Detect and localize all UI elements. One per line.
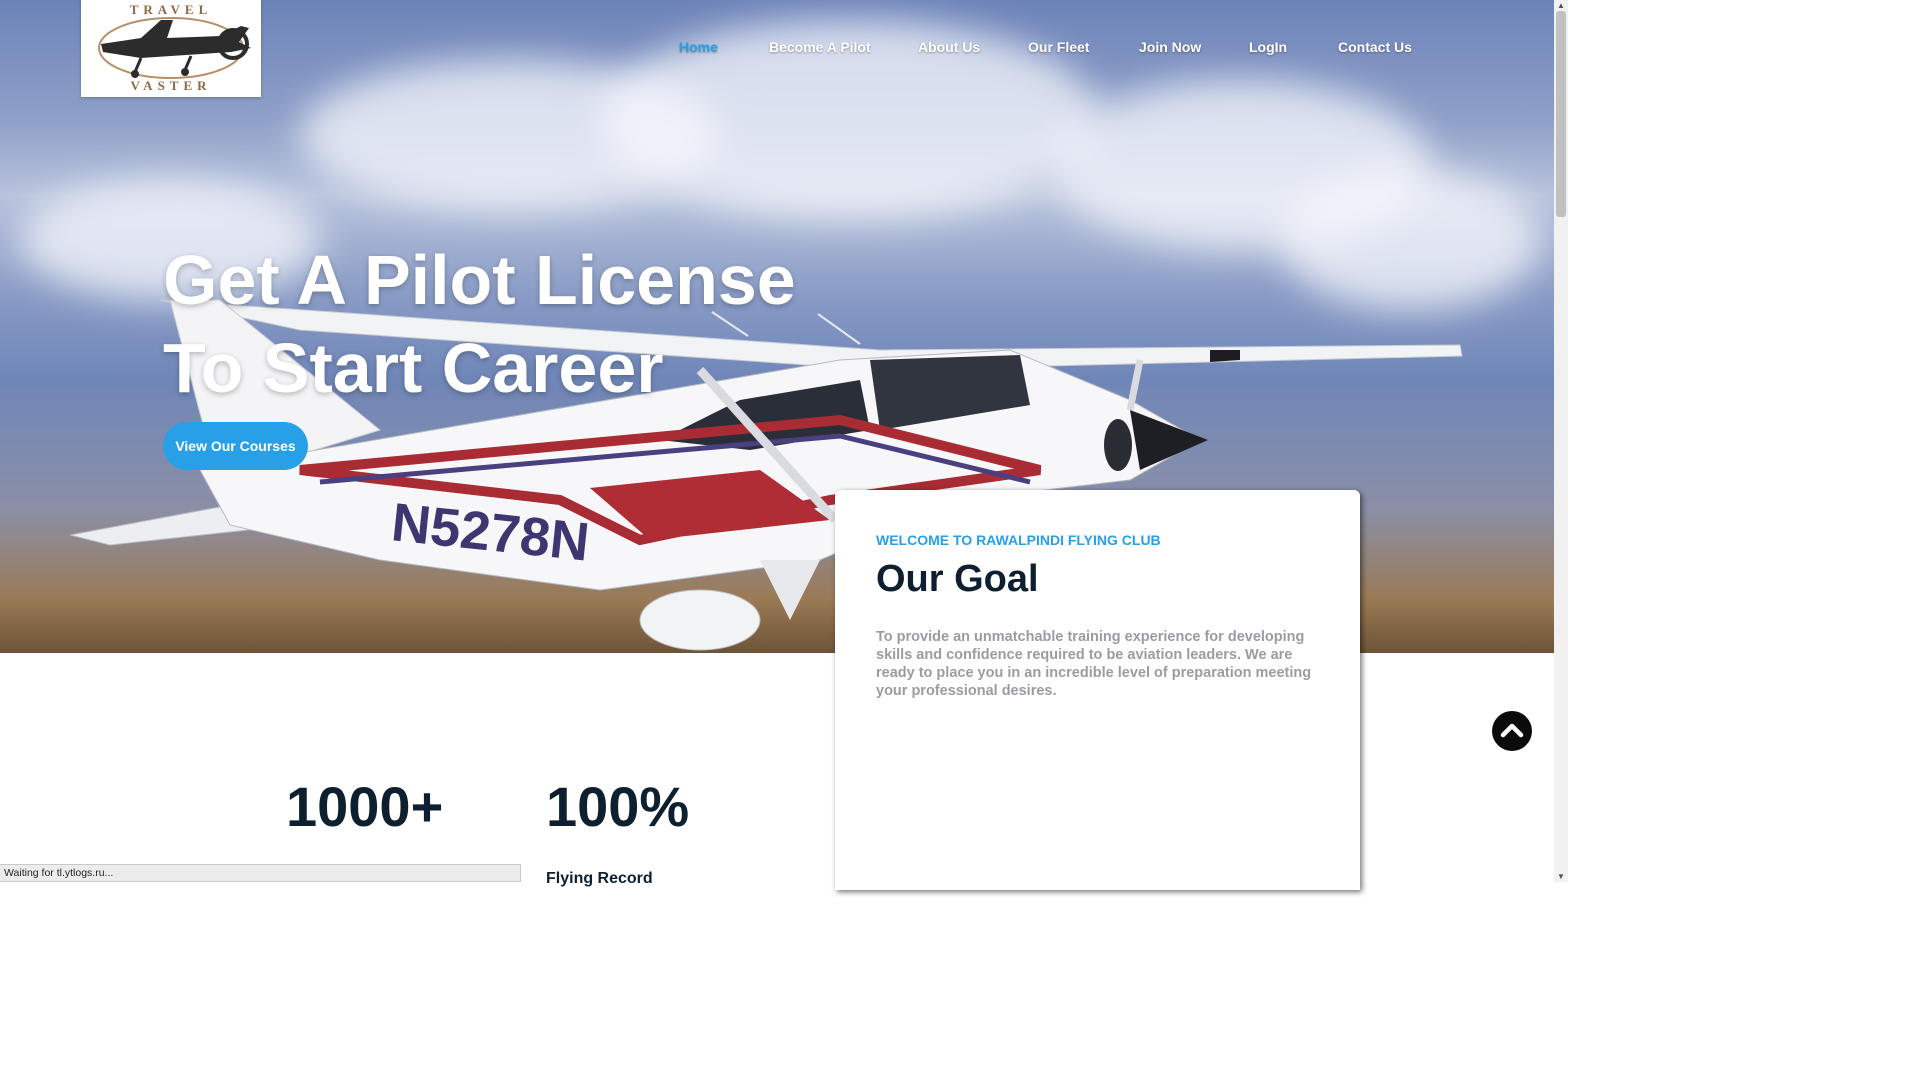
goal-title: Our Goal (876, 558, 1039, 600)
stat-students-value: 1000+ (286, 775, 444, 838)
nav-become-a-pilot[interactable]: Become A Pilot (769, 39, 871, 55)
goal-eyebrow: WELCOME TO RAWALPINDI FLYING CLUB (876, 532, 1161, 548)
scroll-down-arrow-icon[interactable]: ▼ (1554, 871, 1568, 882)
stat-flying-record-value: 100% (546, 775, 690, 838)
logo-bottom-text: VASTER (130, 78, 212, 93)
nav-home[interactable]: Home (679, 39, 718, 55)
hero-headline-line2: To Start Career (163, 329, 664, 407)
nav-login[interactable]: LogIn (1249, 39, 1287, 55)
hero-headline: Get A Pilot License To Start Career (163, 236, 883, 412)
nav-our-fleet[interactable]: Our Fleet (1028, 39, 1089, 55)
view-courses-button[interactable]: View Our Courses (163, 422, 308, 470)
chevron-up-icon (1500, 723, 1524, 738)
nav-join-now[interactable]: Join Now (1139, 39, 1201, 55)
nav-about-us[interactable]: About Us (918, 39, 980, 55)
scroll-to-top-button[interactable] (1492, 711, 1532, 751)
goal-card: WELCOME TO RAWALPINDI FLYING CLUB Our Go… (835, 490, 1360, 890)
browser-status-bar: Waiting for tl.ytlogs.ru... (0, 864, 521, 882)
goal-description: To provide an unmatchable training exper… (876, 629, 1312, 699)
main-nav: Home Become A Pilot About Us Our Fleet J… (0, 39, 1554, 59)
hero-headline-line1: Get A Pilot License (163, 241, 796, 319)
scrollbar-thumb[interactable] (1556, 11, 1566, 217)
scroll-up-arrow-icon[interactable]: ▲ (1554, 0, 1568, 11)
stat-flying-record-label: Flying Record (546, 870, 653, 887)
nav-contact-us[interactable]: Contact Us (1338, 39, 1412, 55)
page-scrollbar[interactable]: ▲ ▼ (1554, 0, 1568, 882)
